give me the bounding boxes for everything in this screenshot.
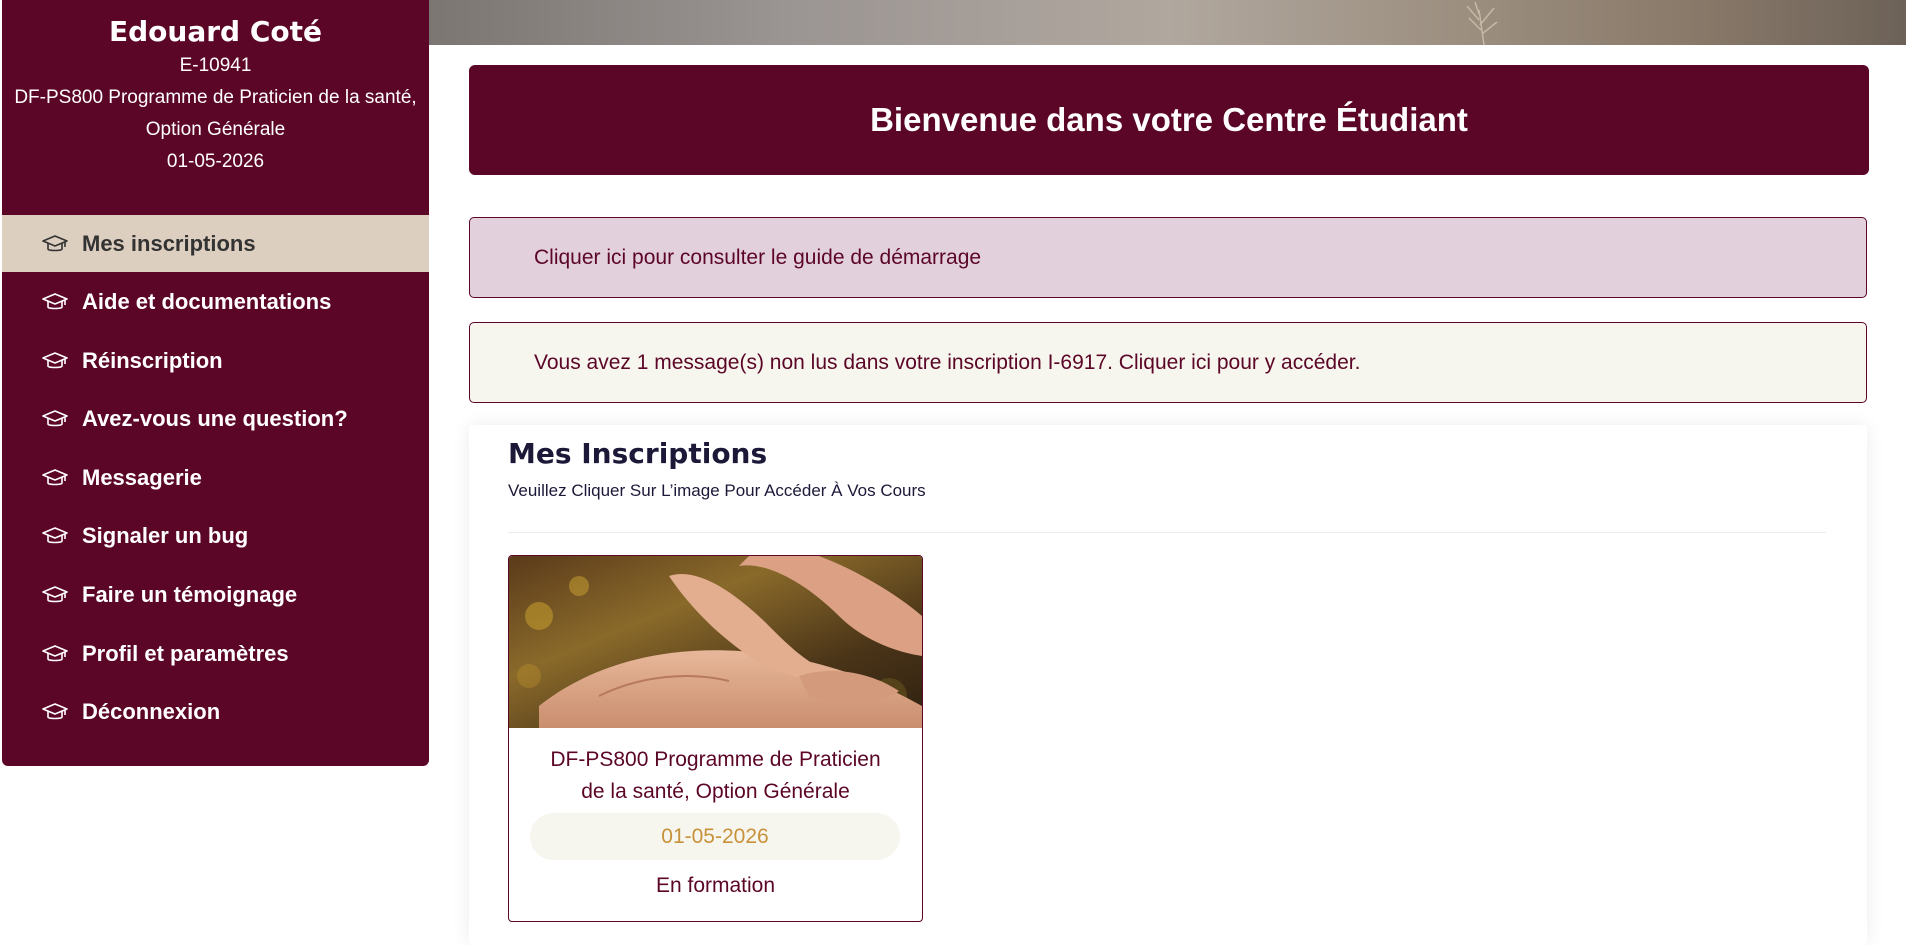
main-content: Bienvenue dans votre Centre Étudiant Cli… (469, 65, 1869, 945)
student-program-line2: Option Générale (145, 119, 286, 140)
sidebar-item-label: Messagerie (82, 464, 202, 490)
course-title-line2: de la santé, Option Générale (581, 780, 850, 803)
student-id: E-10941 (179, 55, 252, 76)
banner-plant-decoration (1466, 1, 1498, 45)
divider (508, 532, 1826, 533)
inscriptions-title: Mes Inscriptions (508, 437, 768, 470)
sidebar-item-mes-inscriptions[interactable]: Mes inscriptions (2, 215, 429, 272)
sidebar-item-label: Réinscription (82, 347, 223, 373)
inscriptions-panel: Mes Inscriptions Veuillez Cliquer Sur L’… (469, 425, 1867, 945)
unread-messages-link[interactable]: Vous avez 1 message(s) non lus dans votr… (469, 322, 1867, 403)
graduation-cap-icon (42, 350, 68, 372)
graduation-cap-icon (42, 467, 68, 489)
course-title: DF-PS800 Programme de Praticien de la sa… (509, 744, 922, 808)
sidebar-item-signaler-bug[interactable]: Signaler un bug (2, 508, 429, 565)
sidebar-item-label: Avez-vous une question? (82, 406, 348, 432)
course-status: En formation (655, 874, 776, 897)
course-title-line1: DF-PS800 Programme de Praticien (550, 748, 881, 771)
course-card[interactable]: DF-PS800 Programme de Praticien de la sa… (508, 555, 923, 922)
sidebar-item-label: Déconnexion (82, 699, 221, 725)
graduation-cap-icon (42, 291, 68, 313)
graduation-cap-icon (42, 701, 68, 723)
student-name: Edouard Coté (109, 15, 322, 48)
graduation-cap-icon (42, 643, 68, 665)
header-banner-image (429, 0, 1906, 45)
sidebar-item-label: Faire un témoignage (82, 582, 298, 608)
course-date-badge: 01-05-2026 (530, 813, 900, 860)
graduation-cap-icon (42, 233, 68, 255)
welcome-banner: Bienvenue dans votre Centre Étudiant (469, 65, 1869, 175)
unread-messages-text: Vous avez 1 message(s) non lus dans votr… (534, 350, 1361, 374)
sidebar-item-aide-documentations[interactable]: Aide et documentations (2, 274, 429, 331)
sidebar-nav: Mes inscriptions Aide et documentations … (2, 215, 429, 742)
course-image[interactable] (509, 556, 922, 728)
sidebar-item-label: Signaler un bug (82, 523, 249, 549)
sidebar: Edouard Coté E-10941 DF-PS800 Programme … (2, 0, 429, 766)
graduation-cap-icon (42, 584, 68, 606)
sidebar-item-messagerie[interactable]: Messagerie (2, 449, 429, 506)
guide-link-text: Cliquer ici pour consulter le guide de d… (534, 245, 982, 269)
student-date: 01-05-2026 (166, 151, 265, 172)
graduation-cap-icon (42, 525, 68, 547)
sidebar-item-label: Profil et paramètres (82, 640, 289, 666)
sidebar-item-label: Mes inscriptions (82, 230, 256, 256)
sidebar-item-label: Aide et documentations (82, 289, 332, 315)
sidebar-item-temoignage[interactable]: Faire un témoignage (2, 567, 429, 624)
student-program-line1: DF-PS800 Programme de Praticien de la sa… (14, 87, 417, 108)
sidebar-item-question[interactable]: Avez-vous une question? (2, 391, 429, 448)
inscriptions-subtitle: Veuillez Cliquer Sur L’image Pour Accéde… (508, 481, 926, 500)
sidebar-item-deconnexion[interactable]: Déconnexion (2, 684, 429, 741)
sidebar-item-profil-parametres[interactable]: Profil et paramètres (2, 625, 429, 682)
getting-started-guide-link[interactable]: Cliquer ici pour consulter le guide de d… (469, 217, 1867, 298)
graduation-cap-icon (42, 408, 68, 430)
sidebar-item-reinscription[interactable]: Réinscription (2, 332, 429, 389)
student-profile: Edouard Coté E-10941 DF-PS800 Programme … (2, 0, 429, 178)
